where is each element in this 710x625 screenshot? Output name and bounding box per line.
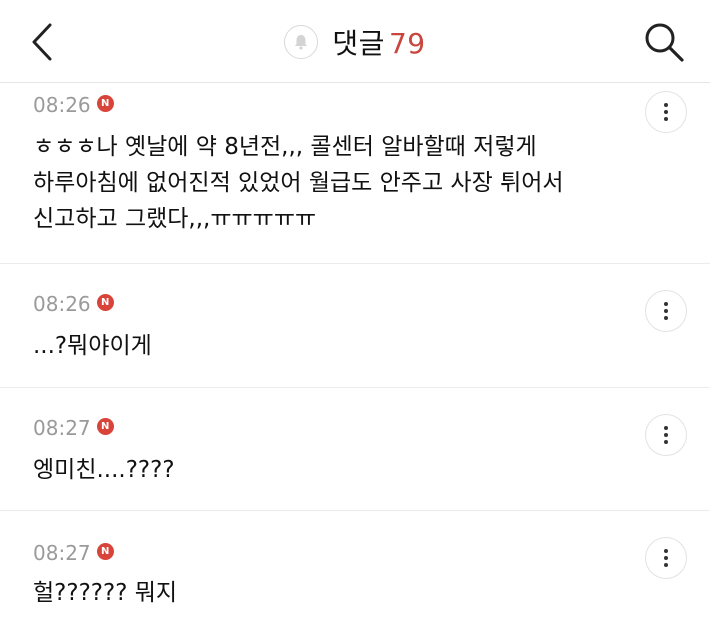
more-vertical-icon xyxy=(664,302,668,306)
new-badge-icon: N xyxy=(96,94,114,112)
more-options-button[interactable] xyxy=(645,537,687,579)
more-vertical-dot xyxy=(664,309,668,313)
comment-text: 엥미친....???? xyxy=(33,452,620,488)
comment-time: 08:26 xyxy=(33,292,91,316)
comment-item: 08:26 N ㅎㅎㅎ나 옛날에 약 8년전,,, 콜센터 알바할때 저렇게 하… xyxy=(0,83,710,264)
more-vertical-icon xyxy=(664,426,668,430)
search-icon xyxy=(645,23,684,62)
comment-line: 헐?????? 뭐지 xyxy=(33,580,178,606)
comment-line: ...?뭐야이게 xyxy=(33,333,152,359)
new-badge-icon: N xyxy=(96,542,114,560)
chevron-left-icon xyxy=(32,23,52,61)
more-options-button[interactable] xyxy=(645,414,687,456)
more-vertical-dot xyxy=(664,117,668,121)
comment-text: ㅎㅎㅎ나 옛날에 약 8년전,,, 콜센터 알바할때 저렇게 하루아침에 없어진… xyxy=(33,129,620,237)
comment-item: 08:27 N 엥미친....???? xyxy=(0,388,710,511)
comment-line: 신고하고 그랬다,,,ㅠㅠㅠㅠㅠ xyxy=(33,206,317,232)
new-badge-icon: N xyxy=(96,417,114,435)
more-vertical-dot xyxy=(664,556,668,560)
page-title: 댓글 79 xyxy=(332,22,425,62)
more-vertical-icon xyxy=(664,103,668,107)
more-vertical-dot xyxy=(664,563,668,567)
new-badge-icon: N xyxy=(96,293,114,311)
more-options-button[interactable] xyxy=(645,91,687,133)
comment-time: 08:27 xyxy=(33,416,91,440)
more-vertical-icon xyxy=(664,549,668,553)
comment-item: 08:27 N 헐?????? 뭐지 xyxy=(0,511,710,625)
comment-text: 헐?????? 뭐지 xyxy=(33,575,620,611)
comment-text: ...?뭐야이게 xyxy=(33,328,620,364)
comment-meta: 08:26 N xyxy=(33,93,114,117)
comment-meta: 08:27 N xyxy=(33,541,114,565)
comment-meta: 08:27 N xyxy=(33,416,114,440)
more-vertical-dot xyxy=(664,110,668,114)
comment-line: ㅎㅎㅎ나 옛날에 약 8년전,,, 콜센터 알바할때 저렇게 xyxy=(33,134,537,160)
comment-line: 엥미친....???? xyxy=(33,457,175,483)
comments-header: 댓글 79 xyxy=(0,0,710,83)
more-vertical-dot xyxy=(664,433,668,437)
notification-toggle[interactable] xyxy=(284,25,319,59)
bell-icon xyxy=(295,35,308,50)
back-button[interactable] xyxy=(26,22,60,62)
title-label: 댓글 xyxy=(332,27,385,60)
comment-count: 79 xyxy=(388,27,426,60)
comment-time: 08:27 xyxy=(33,541,91,565)
search-button[interactable] xyxy=(642,20,686,64)
comment-meta: 08:26 N xyxy=(33,292,114,316)
comment-item: 08:26 N ...?뭐야이게 xyxy=(0,264,710,388)
more-vertical-dot xyxy=(664,316,668,320)
more-options-button[interactable] xyxy=(645,290,687,332)
more-vertical-dot xyxy=(664,440,668,444)
header-title-group: 댓글 79 xyxy=(284,22,425,62)
comment-time: 08:26 xyxy=(33,93,91,117)
comment-line: 하루아침에 없어진적 있었어 월급도 안주고 사장 튀어서 xyxy=(33,170,564,196)
